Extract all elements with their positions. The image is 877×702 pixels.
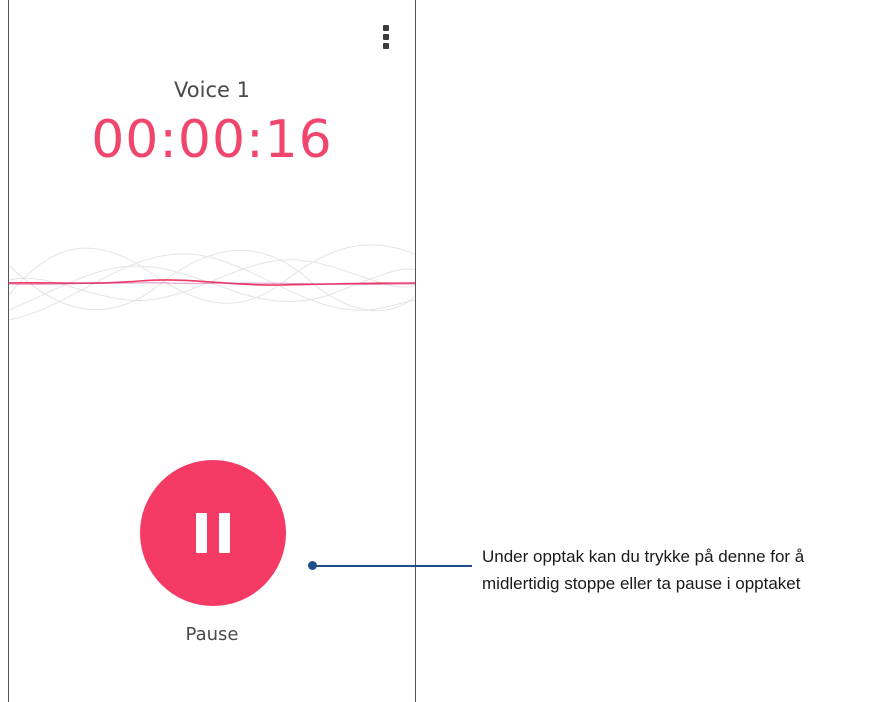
callout-line-1: Under opptak kan du trykke på denne for … <box>482 547 805 566</box>
more-vert-icon <box>383 25 389 31</box>
recording-name: Voice 1 <box>174 78 250 102</box>
more-vert-icon-dot <box>383 43 389 49</box>
more-vert-icon-dot <box>383 34 389 40</box>
phone-screen: Voice 1 00:00:16 Pause <box>8 0 416 702</box>
elapsed-timer: 00:00:16 <box>91 110 333 170</box>
callout-line-2: midlertidig stoppe eller ta pause i oppt… <box>482 574 801 593</box>
waveform-visualization <box>9 244 415 321</box>
callout-line <box>316 565 472 567</box>
pause-label: Pause <box>185 624 239 645</box>
pause-icon-bar <box>219 513 230 553</box>
callout-annotation: Under opptak kan du trykke på denne for … <box>482 543 877 597</box>
callout-dot <box>308 561 317 570</box>
pause-button[interactable] <box>140 460 286 606</box>
pause-icon <box>196 513 207 553</box>
more-options-button[interactable] <box>375 20 397 54</box>
